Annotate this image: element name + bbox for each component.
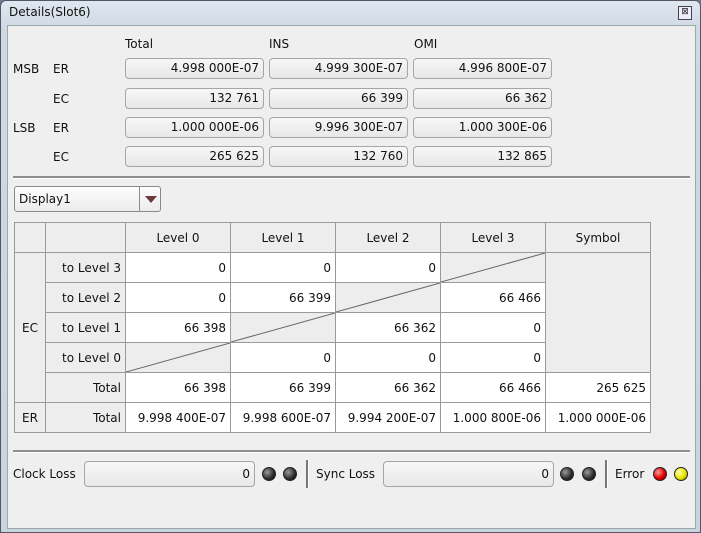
corner-cell — [45, 222, 126, 253]
ec-side-label: EC — [14, 252, 46, 403]
status-divider — [306, 460, 309, 488]
clock-loss-led-2 — [283, 467, 297, 481]
col-header-level-1: Level 1 — [230, 222, 336, 253]
header-omi: OMI — [414, 37, 438, 51]
cell-l0-from-l1: 0 — [230, 342, 336, 373]
cell-l2-from-l1: 66 399 — [230, 282, 336, 313]
level-matrix-table: Level 0 Level 1 Level 2 Level 3 Symbol E… — [14, 222, 651, 433]
er-side-label: ER — [14, 402, 46, 433]
ec-total-label: Total — [45, 372, 126, 403]
sync-loss-label: Sync Loss — [316, 467, 376, 481]
er-total-row: ER Total 9.998 400E-07 9.998 600E-07 9.9… — [14, 402, 651, 433]
display-select[interactable]: Display1 — [14, 186, 161, 212]
close-button[interactable]: ⊠ — [678, 6, 692, 20]
cell-l3-from-l0: 0 — [125, 252, 231, 283]
sync-loss-led-2 — [582, 467, 596, 481]
msb-er-ins-field: 4.999 300E-07 — [269, 58, 408, 79]
msb-er-omi-field: 4.996 800E-07 — [413, 58, 552, 79]
lsb-er-label: ER — [53, 121, 69, 135]
er-total-level-1: 9.998 600E-07 — [230, 402, 336, 433]
details-panel: Total INS OMI MSB ER 4.998 000E-07 4.999… — [7, 25, 696, 529]
header-ins: INS — [269, 37, 290, 51]
msb-ec-ins-field: 66 399 — [269, 88, 408, 109]
matrix-header-row: Level 0 Level 1 Level 2 Level 3 Symbol — [14, 222, 651, 253]
lsb-label: LSB — [13, 121, 36, 135]
ec-total-symbol: 265 625 — [545, 372, 651, 403]
row-label-to-level-2: to Level 2 — [45, 282, 126, 313]
cell-l3-from-l1: 0 — [230, 252, 336, 283]
row-label-to-level-3: to Level 3 — [45, 252, 126, 283]
lsb-er-omi-field: 1.000 300E-06 — [413, 117, 552, 138]
cell-l0-from-l3: 0 — [440, 342, 546, 373]
col-header-level-0: Level 0 — [125, 222, 231, 253]
msb-label: MSB — [13, 62, 40, 76]
cell-l1-from-l3: 0 — [440, 312, 546, 343]
msb-ec-total-field: 132 761 — [125, 88, 264, 109]
sync-loss-led-1 — [560, 467, 574, 481]
symbol-empty-cell — [545, 252, 651, 373]
cell-l0-from-l2: 0 — [335, 342, 441, 373]
cell-l1-from-l2: 66 362 — [335, 312, 441, 343]
separator-bottom — [13, 450, 690, 453]
error-led-yellow — [674, 467, 688, 481]
row-label-to-level-0: to Level 0 — [45, 342, 126, 373]
ec-total-row: Total 66 398 66 399 66 362 66 466 265 62… — [15, 372, 651, 403]
lsb-ec-total-field: 265 625 — [125, 146, 264, 167]
sync-loss-field: 0 — [383, 461, 554, 487]
clock-loss-label: Clock Loss — [13, 467, 76, 481]
cell-l1-from-l0: 66 398 — [125, 312, 231, 343]
details-window: Details(Slot6) ⊠ Total INS OMI MSB ER 4.… — [0, 0, 701, 533]
diagonal-cell — [125, 342, 231, 373]
ec-total-level-3: 66 466 — [440, 372, 546, 403]
col-header-level-3: Level 3 — [440, 222, 546, 253]
clock-loss-field: 0 — [84, 461, 255, 487]
header-total: Total — [125, 37, 154, 51]
chevron-down-icon — [145, 196, 157, 203]
cell-l2-from-l0: 0 — [125, 282, 231, 313]
corner-cell — [14, 222, 46, 253]
lsb-ec-ins-field: 132 760 — [269, 146, 408, 167]
col-header-symbol: Symbol — [545, 222, 651, 253]
ec-total-level-0: 66 398 — [125, 372, 231, 403]
ec-total-level-2: 66 362 — [335, 372, 441, 403]
lsb-er-total-field: 1.000 000E-06 — [125, 117, 264, 138]
msb-er-total-field: 4.998 000E-07 — [125, 58, 264, 79]
error-label: Error — [615, 467, 645, 481]
msb-ec-omi-field: 66 362 — [413, 88, 552, 109]
diagonal-cell — [335, 282, 441, 313]
window-title: Details(Slot6) — [9, 5, 91, 19]
er-total-level-3: 1.000 800E-06 — [440, 402, 546, 433]
msb-ec-label: EC — [53, 92, 69, 106]
lsb-er-ins-field: 9.996 300E-07 — [269, 117, 408, 138]
ec-total-level-1: 66 399 — [230, 372, 336, 403]
er-total-label: Total — [45, 402, 126, 433]
er-total-symbol: 1.000 000E-06 — [545, 402, 651, 433]
msb-er-label: ER — [53, 62, 69, 76]
separator-top — [13, 176, 690, 179]
er-total-level-0: 9.998 400E-07 — [125, 402, 231, 433]
lsb-ec-label: EC — [53, 150, 69, 164]
col-header-level-2: Level 2 — [335, 222, 441, 253]
clock-loss-led-1 — [262, 467, 276, 481]
cell-l3-from-l2: 0 — [335, 252, 441, 283]
row-label-to-level-1: to Level 1 — [45, 312, 126, 343]
diagonal-cell — [440, 252, 546, 283]
table-row: EC to Level 3 0 0 0 — [14, 252, 651, 403]
title-bar[interactable]: Details(Slot6) ⊠ — [1, 1, 700, 25]
display-select-dropdown-button[interactable] — [139, 187, 160, 211]
lsb-ec-omi-field: 132 865 — [413, 146, 552, 167]
display-select-value: Display1 — [19, 192, 71, 206]
diagonal-cell — [230, 312, 336, 343]
error-led-red — [653, 467, 667, 481]
cell-l2-from-l3: 66 466 — [440, 282, 546, 313]
status-divider — [605, 460, 608, 488]
er-total-level-2: 9.994 200E-07 — [335, 402, 441, 433]
